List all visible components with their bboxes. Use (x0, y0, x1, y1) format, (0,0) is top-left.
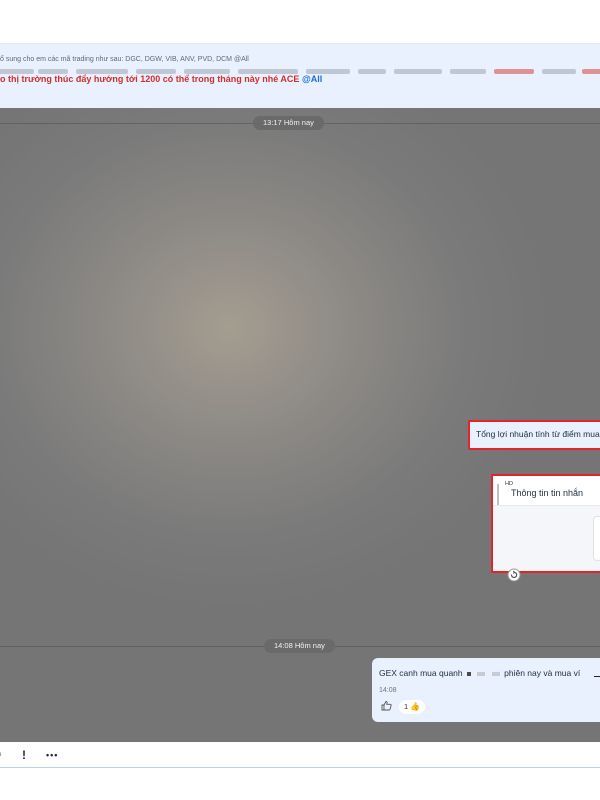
date-divider: 14:08 Hôm nay (0, 639, 600, 653)
thumbs-up-emoji-icon: 👍 (410, 702, 421, 711)
date-divider: 13:17 Hôm nay (0, 116, 600, 130)
message-list[interactable]: 13:17 Hôm nay Tổng lợi nhuận tính từ điể… (0, 108, 600, 742)
message-bubble-profit[interactable]: Tổng lợi nhuận tính từ điểm mua (468, 420, 600, 450)
more-options-button[interactable]: ••• (46, 746, 58, 764)
chat-header (0, 0, 600, 44)
redacted-mark (467, 671, 472, 676)
like-icon[interactable] (379, 700, 393, 714)
redacted-mark (477, 671, 486, 676)
reaction-add-icon[interactable] (507, 568, 521, 587)
card-inner-box (593, 516, 600, 561)
composer-toolbar: ᵖ ! ••• (0, 742, 600, 768)
composer-input-area[interactable] (0, 768, 600, 800)
pinned-message-text: o thị trường thúc đẩy hướng tới 1200 có … (0, 74, 322, 84)
toolbar-partial-icon[interactable]: ᵖ (0, 746, 1, 764)
date-divider-label: 13:17 Hôm nay (253, 116, 324, 130)
pinned-message[interactable]: ổ sung cho em các mã trading như sau: DG… (0, 44, 600, 108)
card-title: Thông tin tin nhắn (511, 488, 584, 498)
chat-window: ổ sung cho em các mã trading như sau: DG… (0, 0, 600, 800)
message-info-card[interactable]: HD Thông tin tin nhắn (491, 474, 600, 573)
card-body (493, 506, 600, 571)
important-message-button[interactable]: ! (22, 746, 26, 764)
message-time: 14:08 (379, 687, 397, 694)
card-header: HD Thông tin tin nhắn (493, 476, 600, 506)
card-tag: HD (505, 481, 513, 487)
redacted-mark (491, 671, 500, 676)
message-text: GEX canh mua quanh phiên nay và mua ví (379, 668, 581, 678)
mention-all[interactable]: @All (302, 74, 322, 84)
reaction-count-badge[interactable]: 1 👍 (399, 700, 426, 714)
pinned-message-subtext: ổ sung cho em các mã trading như sau: DG… (0, 56, 249, 63)
message-bubble-gex[interactable]: GEX canh mua quanh phiên nay và mua ví 1… (372, 658, 600, 722)
date-divider-label: 14:08 Hôm nay (264, 639, 335, 653)
pinned-message-main-text: o thị trường thúc đẩy hướng tới 1200 có … (0, 74, 300, 84)
message-text: Tổng lợi nhuận tính từ điểm mua (476, 429, 600, 439)
text-cursor (594, 676, 600, 677)
